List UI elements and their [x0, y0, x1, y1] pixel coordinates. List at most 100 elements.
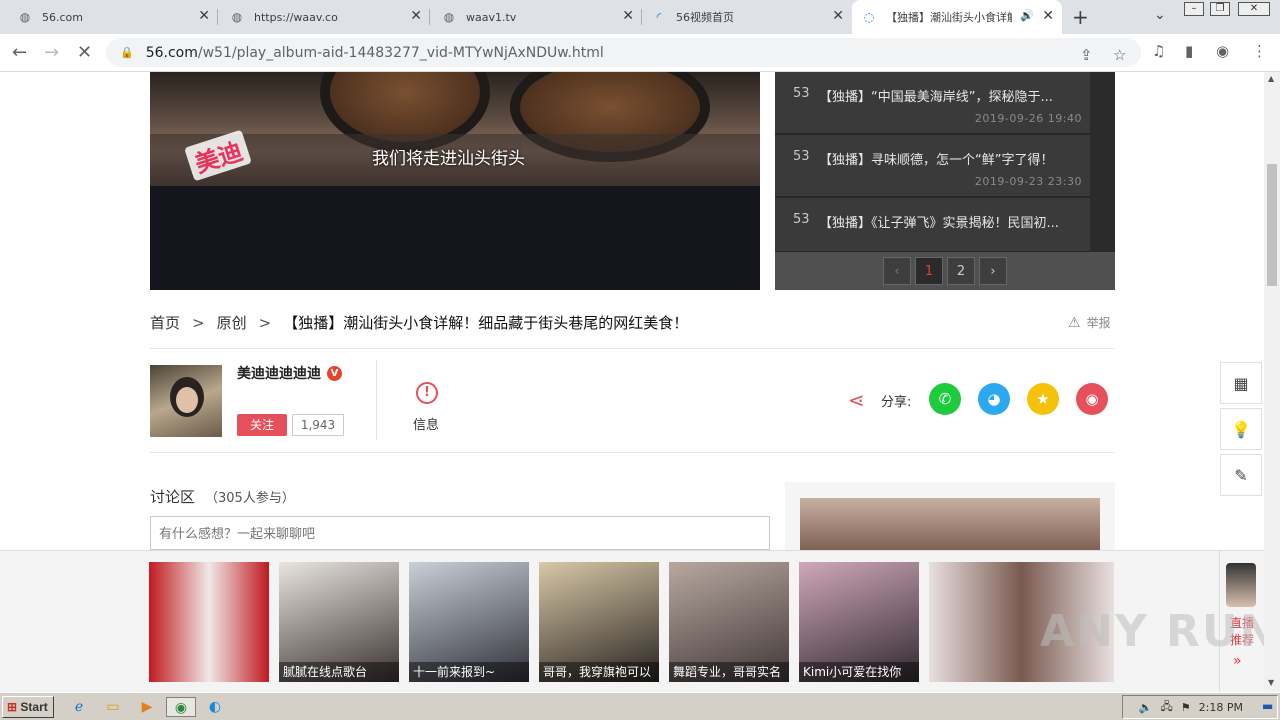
avatar-face: [176, 387, 198, 413]
minimize-icon[interactable]: –: [1184, 2, 1204, 16]
lock-icon[interactable]: 🔒: [120, 46, 134, 59]
new-tab-icon[interactable]: +: [1072, 5, 1089, 29]
folder-icon[interactable]: ▭: [102, 697, 124, 717]
profile-icon[interactable]: ◉: [1216, 42, 1229, 60]
media-player-icon[interactable]: ▶: [136, 697, 158, 717]
avatar[interactable]: [150, 365, 222, 437]
tab-title: https://waav.co: [254, 10, 338, 24]
live-thumb-caption: 舞蹈专业，哥哥实名: [669, 662, 789, 682]
uploader-name-text: 美迪迪迪迪迪: [237, 366, 321, 382]
info-alert-icon[interactable]: !: [416, 382, 438, 404]
pager-next-button[interactable]: ›: [979, 257, 1007, 285]
forward-icon[interactable]: →: [44, 42, 59, 63]
live-thumb[interactable]: 哥哥，我穿旗袍可以: [539, 562, 659, 682]
playlist-item-date: 2019-09-23 23:30: [974, 175, 1082, 188]
breadcrumb-home[interactable]: 首页: [150, 312, 180, 333]
media-control-icon[interactable]: ♫: [1152, 42, 1165, 60]
globe-icon: ◍: [231, 10, 243, 24]
edge-icon[interactable]: ◐: [204, 697, 226, 717]
flag-icon[interactable]: ⚑: [1181, 701, 1191, 714]
info-label[interactable]: 信息: [413, 414, 439, 433]
live-thumb[interactable]: 舞蹈专业，哥哥实名: [669, 562, 789, 682]
scroll-up-icon[interactable]: ▲: [1268, 74, 1274, 83]
pager-page-2[interactable]: 2: [947, 257, 975, 285]
playlist-item[interactable]: 53 【独播】“中国最美海岸线”，探秘隐于... 2019-09-26 19:4…: [775, 72, 1090, 134]
verified-badge-icon: V: [327, 365, 342, 381]
lightbulb-icon[interactable]: 💡: [1220, 408, 1262, 450]
qzone-share-icon[interactable]: ★: [1027, 383, 1059, 415]
tab-waav1[interactable]: ◍ waav1.tv ✕: [432, 0, 642, 34]
playlist-item-title: 【独播】寻味顺德，怎一个“鲜”字了得！: [819, 153, 1054, 168]
tab-title: waav1.tv: [466, 10, 517, 24]
close-tab-icon[interactable]: ✕: [1042, 8, 1054, 24]
tab-active-video[interactable]: ◌ 【独播】潮汕街头小食详解 🔊 ✕: [852, 0, 1062, 34]
close-tab-icon[interactable]: ✕: [832, 8, 844, 24]
show-desktop-icon[interactable]: ▬: [1262, 699, 1273, 713]
qq-share-icon[interactable]: ◕: [978, 383, 1010, 415]
windows-logo-icon: ⊞: [7, 700, 18, 714]
close-tab-icon[interactable]: ✕: [198, 8, 210, 24]
url-path: /w51/play_album-aid-14483277_vid-MTYwNjA…: [197, 44, 604, 61]
address-bar-row: ← → ✕ 🔒 56.com/w51/play_album-aid-144832…: [0, 34, 1280, 72]
playlist-scrollbar[interactable]: [1093, 72, 1103, 252]
menu-kebab-icon[interactable]: ⋮: [1252, 42, 1267, 60]
follower-count: 1,943: [292, 414, 344, 436]
close-tab-icon[interactable]: ✕: [622, 8, 634, 24]
comment-input[interactable]: [150, 516, 770, 550]
watermark: ANY RUN: [1040, 606, 1279, 657]
tab-56-home[interactable]: ◜ 56视频首页 ✕: [642, 0, 852, 34]
qr-code-icon[interactable]: ▦: [1220, 362, 1262, 404]
tab-waav[interactable]: ◍ https://waav.co ✕: [220, 0, 430, 34]
divider: [376, 360, 377, 440]
wechat-share-icon[interactable]: ✆: [929, 383, 961, 415]
weibo-share-icon[interactable]: ◉: [1076, 383, 1108, 415]
pager-page-1[interactable]: 1: [915, 257, 943, 285]
playlist-item[interactable]: 53 【独播】《让子弹飞》实景揭秘！民国初...: [775, 198, 1090, 252]
uploader-name[interactable]: 美迪迪迪迪迪 V: [237, 363, 342, 383]
pager-prev-button[interactable]: ‹: [883, 257, 911, 285]
tab-strip: ◍ 56.com ✕ ◍ https://waav.co ✕ ◍ waav1.t…: [0, 0, 1280, 34]
close-window-icon[interactable]: ✕: [1238, 2, 1270, 16]
video-player[interactable]: 美迪 我们将走进汕头街头: [150, 72, 760, 290]
stop-loading-icon[interactable]: ✕: [77, 42, 92, 63]
restore-icon[interactable]: ❐: [1210, 2, 1230, 16]
volume-icon[interactable]: 🔈: [1139, 701, 1153, 714]
video-subtitle: 我们将走进汕头街头: [372, 149, 525, 169]
breadcrumb-category[interactable]: 原创: [217, 312, 247, 333]
playlist-item-num: 53: [793, 86, 810, 101]
playlist-item[interactable]: 53 【独播】寻味顺德，怎一个“鲜”字了得！ 2019-09-23 23:30: [775, 135, 1090, 197]
back-icon[interactable]: ←: [12, 42, 27, 63]
scrollbar-thumb[interactable]: [1267, 164, 1277, 286]
tab-search-chevron-icon[interactable]: ⌄: [1154, 7, 1166, 23]
feedback-edit-icon[interactable]: ✎: [1220, 454, 1262, 496]
live-thumb[interactable]: [149, 562, 269, 682]
audio-playing-icon[interactable]: 🔊: [1020, 9, 1034, 22]
scroll-down-icon[interactable]: ▼: [1268, 678, 1274, 687]
divider: [150, 348, 1115, 349]
tab-56com[interactable]: ◍ 56.com ✕: [8, 0, 218, 34]
page-title: 【独播】潮汕街头小食详解！细品藏于街头巷尾的网红美食！: [283, 314, 689, 332]
start-button[interactable]: ⊞ Start: [2, 696, 54, 718]
discussion-title-text: 讨论区: [150, 488, 196, 506]
playlist-item-num: 53: [793, 212, 810, 227]
tab-title: 【独播】潮汕街头小食详解: [886, 11, 1012, 24]
bookmark-star-icon[interactable]: ☆: [1113, 46, 1126, 64]
divider: [150, 452, 1115, 453]
live-thumb[interactable]: 腻腻在线点歌台: [279, 562, 399, 682]
follow-button[interactable]: 关注: [237, 414, 287, 436]
ie-icon[interactable]: ℯ: [68, 697, 90, 717]
tab-separator: [217, 9, 218, 25]
page-scrollbar[interactable]: ▲ ▼: [1264, 72, 1280, 692]
live-thumb[interactable]: Kimi小可爱在找你: [799, 562, 919, 682]
omnibox[interactable]: 🔒 56.com/w51/play_album-aid-14483277_vid…: [106, 38, 1141, 67]
live-thumb[interactable]: 十一前来报到~: [409, 562, 529, 682]
live-avatar[interactable]: [1226, 563, 1256, 607]
side-panel-icon[interactable]: ▮: [1185, 42, 1193, 60]
share-page-icon[interactable]: ⇪: [1080, 46, 1093, 64]
report-button[interactable]: ⚠ 举报: [1068, 314, 1111, 331]
network-icon[interactable]: 🖧: [1161, 698, 1173, 717]
live-thumb-caption: 腻腻在线点歌台: [279, 662, 399, 682]
close-tab-icon[interactable]: ✕: [410, 8, 422, 24]
chrome-icon[interactable]: ◉: [166, 697, 196, 717]
url-text[interactable]: 56.com/w51/play_album-aid-14483277_vid-M…: [146, 45, 604, 61]
